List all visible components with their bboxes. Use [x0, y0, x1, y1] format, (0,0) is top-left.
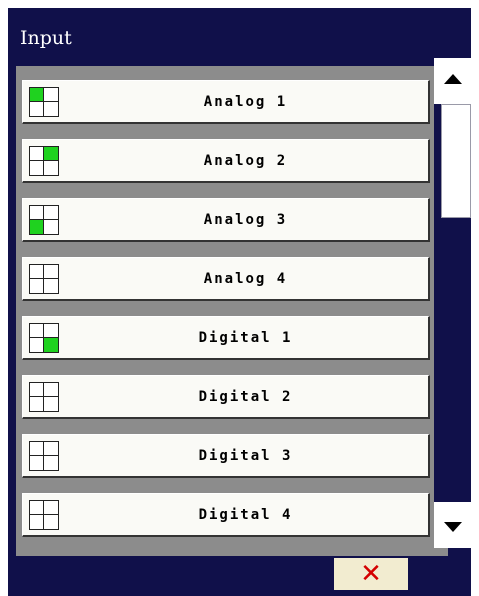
- quadrant-indicator-icon: [29, 441, 59, 471]
- quadrant-indicator-icon: [29, 205, 59, 235]
- quadrant-indicator-icon: [29, 146, 59, 176]
- scroll-down-button[interactable]: [434, 502, 471, 548]
- quadrant-indicator-icon: [29, 264, 59, 294]
- list-item-digital-1[interactable]: Digital 1: [22, 316, 430, 360]
- list-item-label: Analog 3: [203, 212, 288, 228]
- list-item-analog-3[interactable]: Analog 3: [22, 198, 430, 242]
- list-item-analog-4[interactable]: Analog 4: [22, 257, 430, 301]
- list-item-label: Digital 1: [198, 330, 293, 346]
- quadrant-indicator-icon: [29, 87, 59, 117]
- list-item-label: Analog 1: [203, 94, 288, 110]
- close-button[interactable]: ✕: [334, 558, 408, 590]
- list-item-digital-2[interactable]: Digital 2: [22, 375, 430, 419]
- quadrant-indicator-icon: [29, 323, 59, 353]
- list-item-digital-3[interactable]: Digital 3: [22, 434, 430, 478]
- input-list: Analog 1 Analog 2 Analog 3 Analog 4 Digi…: [16, 66, 448, 556]
- input-dialog: Input Analog 1 Analog 2 Analog 3 Analog …: [8, 8, 471, 596]
- list-item-label: Digital 3: [198, 448, 293, 464]
- list-item-analog-1[interactable]: Analog 1: [22, 80, 430, 124]
- vertical-scrollbar[interactable]: [434, 58, 471, 548]
- triangle-down-icon: [444, 522, 462, 532]
- triangle-up-icon: [444, 74, 462, 84]
- list-item-analog-2[interactable]: Analog 2: [22, 139, 430, 183]
- quadrant-indicator-icon: [29, 382, 59, 412]
- list-item-label: Analog 2: [203, 153, 288, 169]
- scroll-up-button[interactable]: [434, 58, 471, 104]
- list-item-label: Digital 2: [198, 389, 293, 405]
- dialog-title: Input: [20, 27, 72, 49]
- scrollbar-thumb[interactable]: [441, 104, 471, 218]
- quadrant-indicator-icon: [29, 500, 59, 530]
- list-item-label: Digital 4: [198, 507, 293, 523]
- list-item-digital-4[interactable]: Digital 4: [22, 493, 430, 537]
- x-close-icon: ✕: [360, 559, 382, 589]
- list-item-label: Analog 4: [203, 271, 288, 287]
